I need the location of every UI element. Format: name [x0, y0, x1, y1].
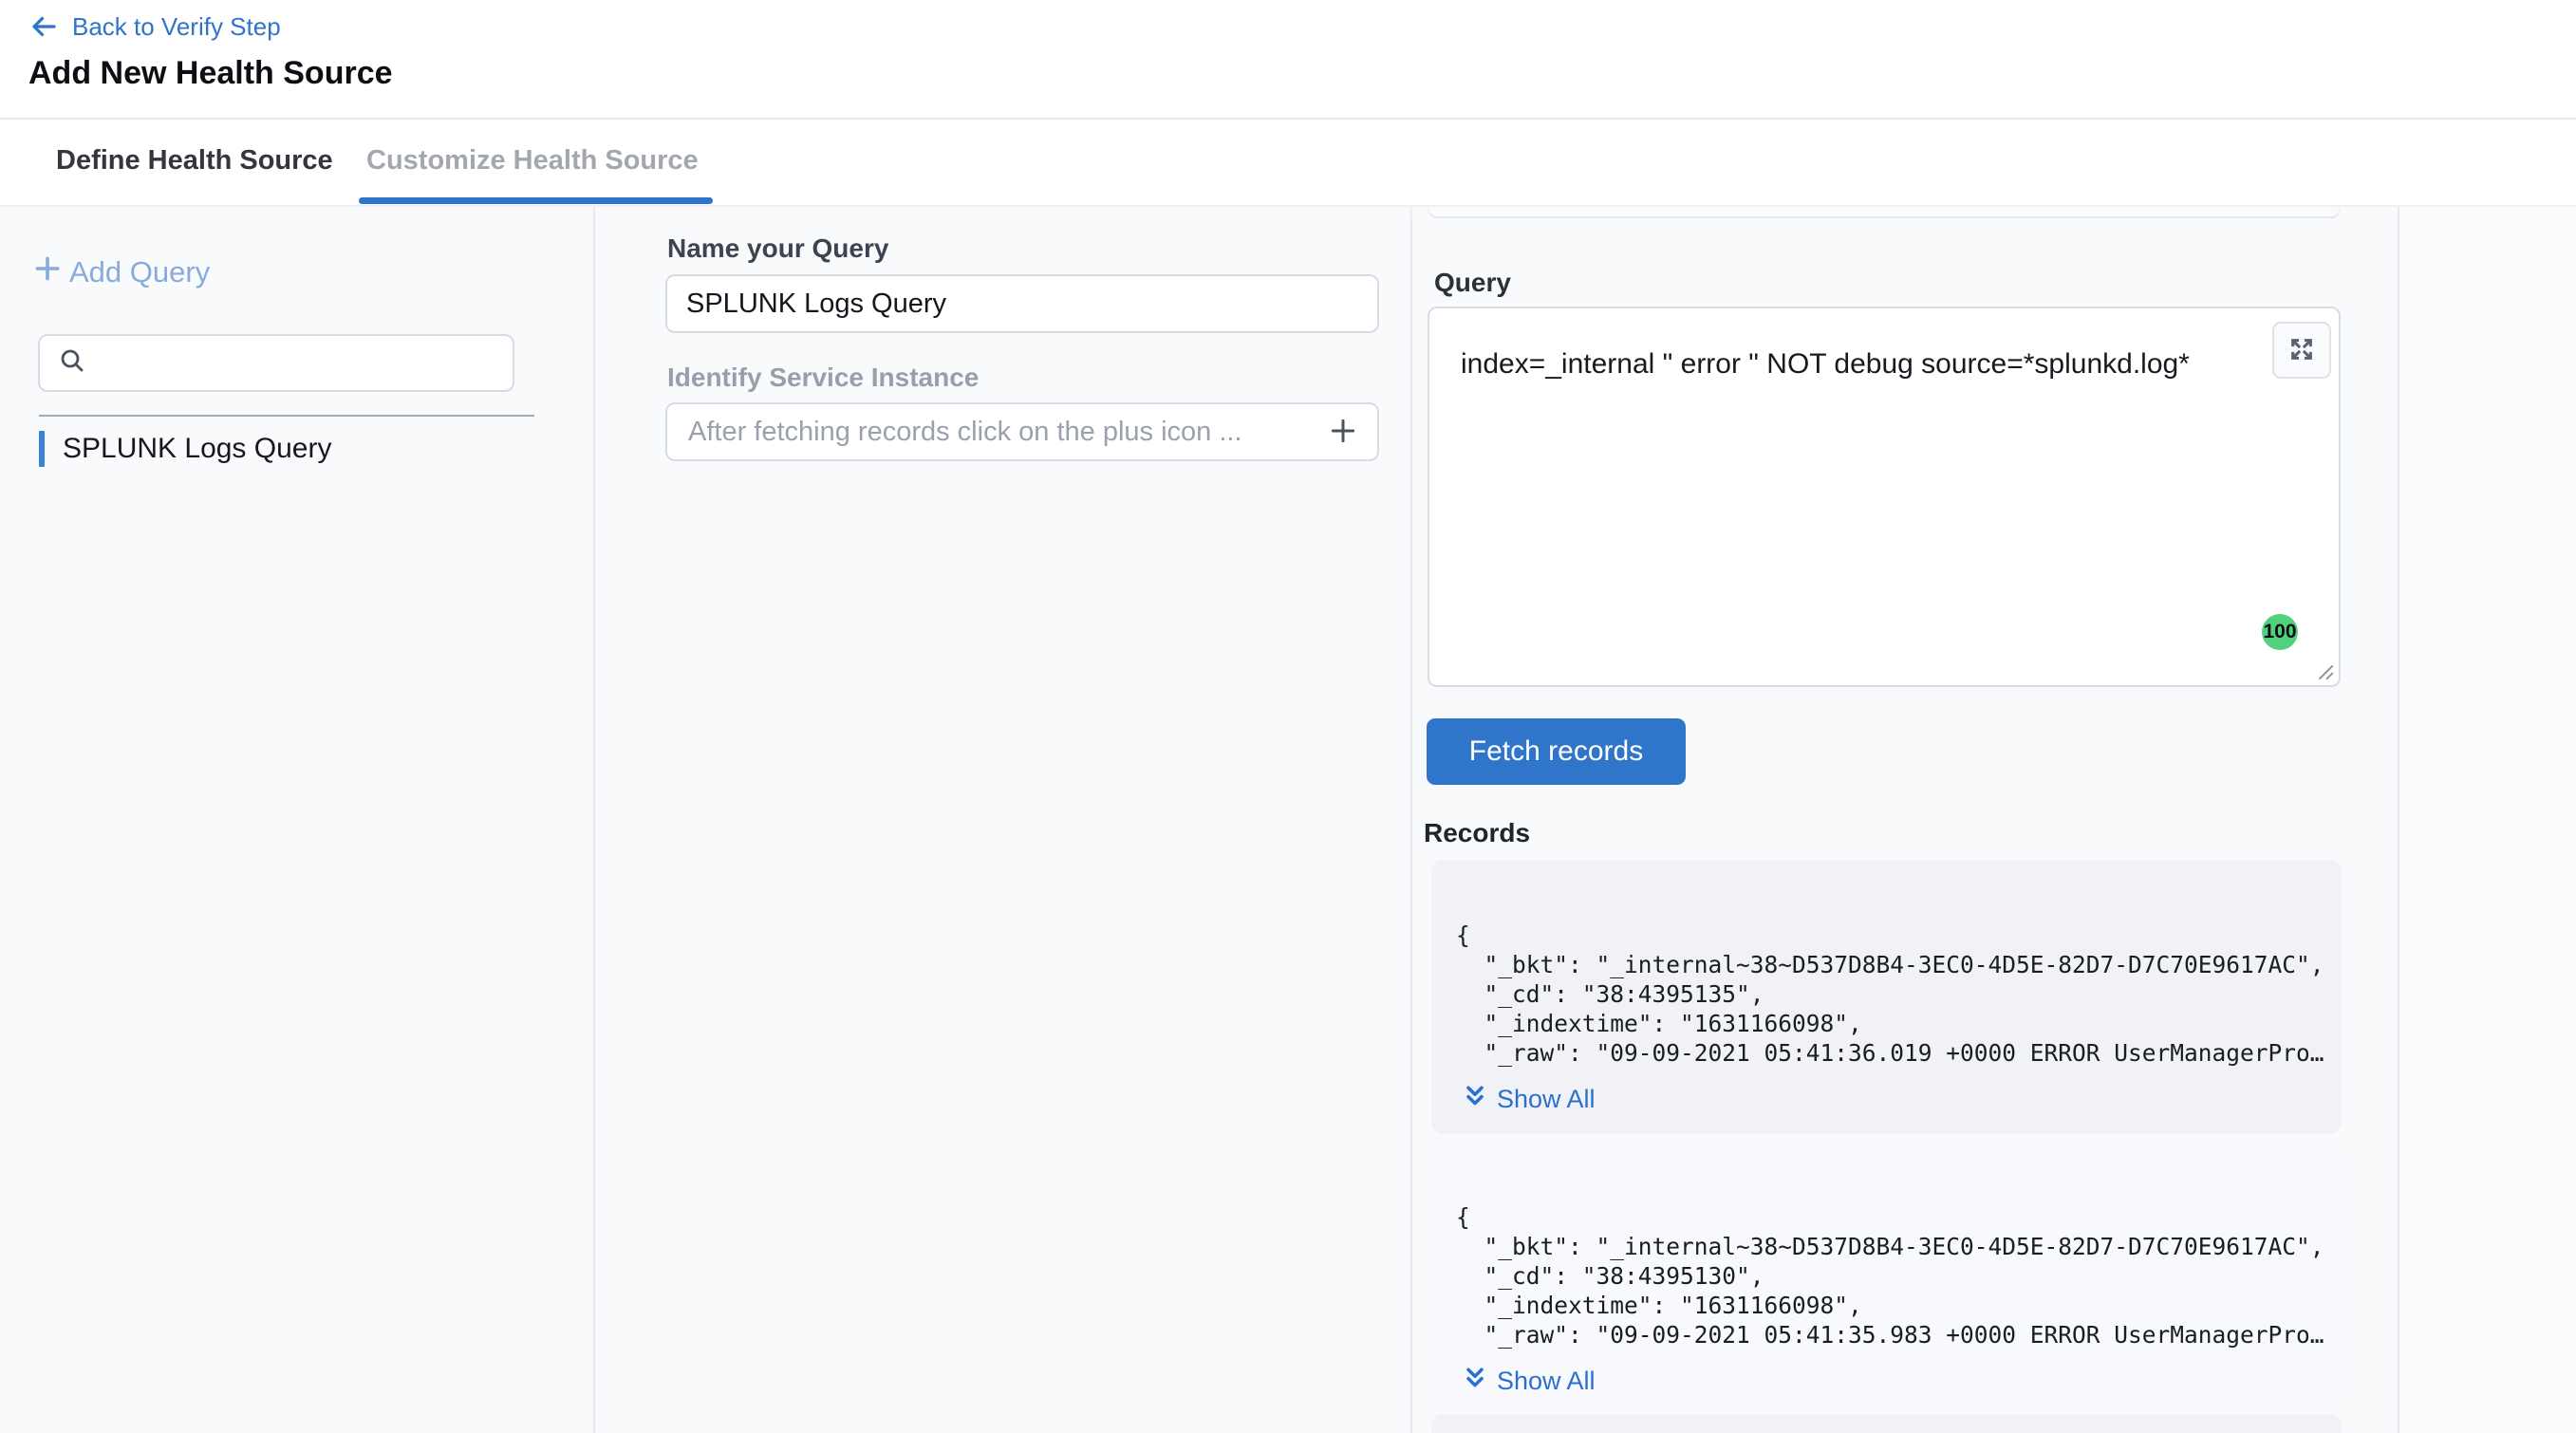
page-title: Add New Health Source	[28, 55, 393, 92]
record-card-partial	[1431, 1414, 2342, 1433]
tab-define-health-source[interactable]: Define Health Source	[56, 120, 333, 201]
service-instance-label: Identify Service Instance	[667, 363, 979, 393]
content-area: Add Query SPLUNK Logs Query Name your Qu…	[0, 207, 2576, 1433]
show-all-label: Show All	[1497, 1085, 1596, 1114]
tabs-bar: Define Health Source Customize Health So…	[0, 120, 2576, 207]
arrow-left-icon	[28, 11, 59, 42]
tab-customize-health-source[interactable]: Customize Health Source	[366, 120, 699, 201]
right-margin-area	[2399, 207, 2576, 1433]
show-all-button[interactable]: Show All	[1462, 1365, 1596, 1398]
back-link-label: Back to Verify Step	[72, 12, 281, 42]
query-search-input[interactable]	[99, 347, 513, 380]
sidebar-item-splunk-logs-query[interactable]: SPLUNK Logs Query	[39, 431, 331, 467]
back-link[interactable]: Back to Verify Step	[28, 11, 281, 42]
name-query-label: Name your Query	[667, 233, 888, 264]
name-query-input[interactable]	[665, 274, 1379, 333]
clipped-field-above	[1411, 207, 2398, 264]
fetch-records-button[interactable]: Fetch records	[1427, 718, 1686, 785]
scroll-fade	[1411, 207, 2398, 222]
resize-grip-icon[interactable]	[2315, 661, 2336, 682]
add-query-label: Add Query	[69, 255, 210, 289]
sidebar-divider	[39, 415, 534, 417]
records-label: Records	[1424, 818, 1530, 848]
selected-indicator-bar	[39, 431, 45, 467]
chevron-double-down-icon	[1462, 1365, 1488, 1398]
expand-query-button[interactable]	[2272, 322, 2331, 379]
query-text: index=_internal " error " NOT debug sour…	[1461, 348, 2190, 381]
plus-icon	[1327, 415, 1359, 450]
active-tab-underline	[359, 197, 713, 204]
sidebar-panel-divider	[593, 207, 595, 1433]
query-records-panel: Query index=_internal " error " NOT debu…	[1411, 207, 2398, 1433]
record-json: { "_bkt": "_internal~38~D537D8B4-3EC0-4D…	[1456, 921, 2342, 1068]
add-health-source-page: Back to Verify Step Add New Health Sourc…	[0, 0, 2576, 1433]
search-icon	[57, 345, 87, 381]
record-json: { "_bkt": "_internal~38~D537D8B4-3EC0-4D…	[1456, 1202, 2342, 1349]
query-search-box	[38, 334, 514, 392]
fullscreen-icon	[2288, 336, 2315, 365]
plus-icon	[31, 252, 64, 292]
chevron-double-down-icon	[1462, 1083, 1488, 1116]
show-all-label: Show All	[1497, 1367, 1596, 1396]
service-instance-field	[665, 402, 1379, 461]
service-instance-input[interactable]	[686, 416, 1322, 449]
query-label: Query	[1434, 268, 1511, 298]
record-card: { "_bkt": "_internal~38~D537D8B4-3EC0-4D…	[1431, 860, 2342, 1134]
add-service-instance-button[interactable]	[1322, 411, 1364, 453]
record-count-badge: 100	[2262, 614, 2298, 650]
record-card: { "_bkt": "_internal~38~D537D8B4-3EC0-4D…	[1431, 1142, 2342, 1405]
show-all-button[interactable]: Show All	[1462, 1083, 1596, 1116]
add-query-button[interactable]: Add Query	[31, 252, 210, 292]
query-item-label: SPLUNK Logs Query	[63, 433, 331, 465]
query-editor[interactable]: index=_internal " error " NOT debug sour…	[1428, 307, 2341, 687]
